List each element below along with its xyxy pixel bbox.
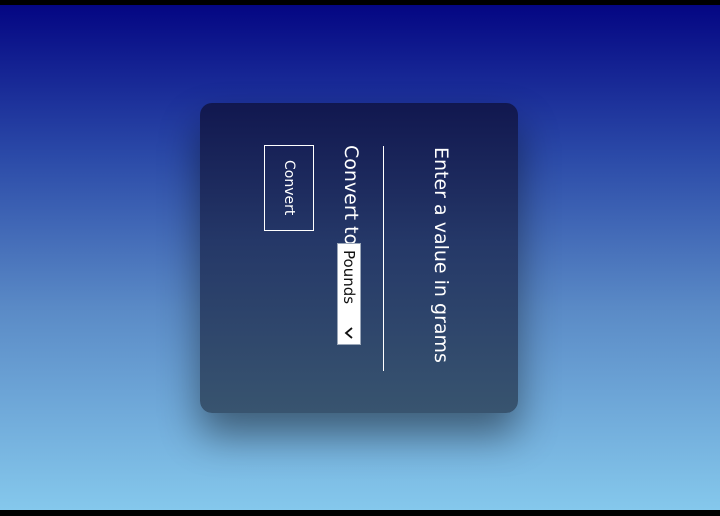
chevron-down-icon <box>344 327 353 339</box>
converter-card: Enter a value in grams Convert to: Pound… <box>200 103 518 413</box>
convert-to-label: Convert to: <box>340 145 362 252</box>
unit-select-value: Pounds <box>340 250 358 305</box>
convert-button-label: Convert <box>281 160 297 216</box>
unit-select[interactable]: Pounds <box>337 243 361 345</box>
grams-input[interactable] <box>383 146 384 371</box>
convert-button[interactable]: Convert <box>264 145 314 231</box>
value-prompt-label: Enter a value in grams <box>430 147 452 363</box>
